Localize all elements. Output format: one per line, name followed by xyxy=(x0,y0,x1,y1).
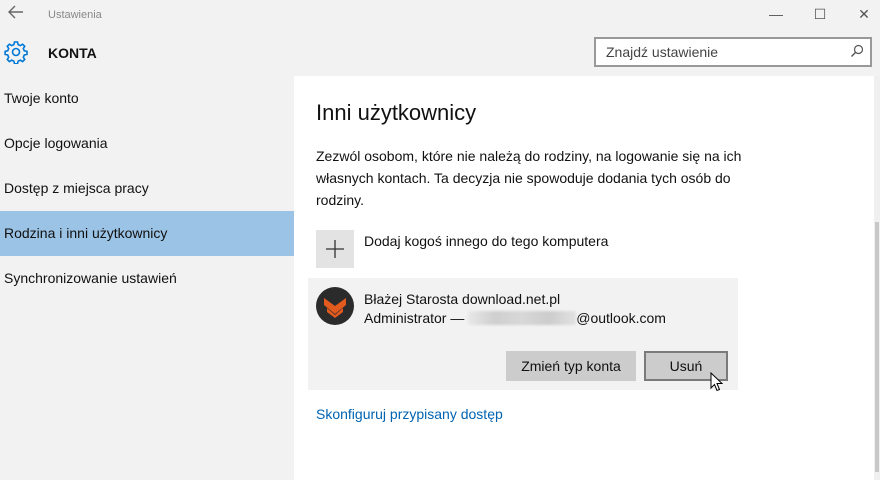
gear-icon xyxy=(4,40,28,69)
search-input[interactable] xyxy=(596,39,846,65)
maximize-button[interactable]: ☐ xyxy=(810,6,830,23)
configure-assigned-access-link[interactable]: Skonfiguruj przypisany dostęp xyxy=(316,406,503,422)
sidebar-item-family-and-other-users[interactable]: Rodzina i inni użytkownicy xyxy=(0,211,294,256)
search-icon[interactable] xyxy=(850,44,864,63)
scrollbar-thumb[interactable] xyxy=(875,222,879,472)
header: KONTA xyxy=(0,30,880,76)
sidebar-item-your-account[interactable]: Twoje konto xyxy=(0,76,294,121)
minimize-button[interactable]: — xyxy=(766,6,786,22)
mouse-cursor-icon xyxy=(710,371,724,397)
main-content: Inni użytkownicy Zezwól osobom, które ni… xyxy=(294,76,874,480)
sidebar: Twoje konto Opcje logowania Dostęp z mie… xyxy=(0,76,294,480)
section-title: KONTA xyxy=(48,45,97,61)
plus-icon xyxy=(326,240,344,258)
search-box[interactable] xyxy=(594,37,872,67)
sidebar-item-sync-settings[interactable]: Synchronizowanie ustawień xyxy=(0,256,294,301)
scrollbar[interactable] xyxy=(874,76,880,480)
change-account-type-button[interactable]: Zmień typ konta xyxy=(506,351,636,381)
close-button[interactable]: ✕ xyxy=(854,6,874,23)
add-user-label[interactable]: Dodaj kogoś innego do tego komputera xyxy=(364,233,608,249)
redacted-email-blur xyxy=(468,311,577,325)
title-bar: Ustawienia — ☐ ✕ xyxy=(0,0,880,30)
sidebar-item-work-access[interactable]: Dostęp z miejsca pracy xyxy=(0,166,294,211)
user-role-line: Administrator — @outlook.com xyxy=(364,310,666,326)
user-name: Błażej Starosta download.net.pl xyxy=(364,291,561,307)
avatar xyxy=(316,287,354,325)
description-text: Zezwól osobom, które nie należą do rodzi… xyxy=(316,148,742,208)
back-arrow-icon[interactable] xyxy=(8,5,24,24)
add-tile[interactable] xyxy=(316,230,354,268)
page-title: Inni użytkownicy xyxy=(316,100,477,125)
user-email-suffix: @outlook.com xyxy=(576,310,666,326)
user-role: Administrator — xyxy=(364,310,465,326)
sidebar-item-sign-in-options[interactable]: Opcje logowania xyxy=(0,121,294,166)
user-account-card[interactable]: Błażej Starosta download.net.pl Administ… xyxy=(308,278,738,390)
user-avatar-icon xyxy=(316,287,354,325)
window-title: Ustawienia xyxy=(48,9,102,21)
